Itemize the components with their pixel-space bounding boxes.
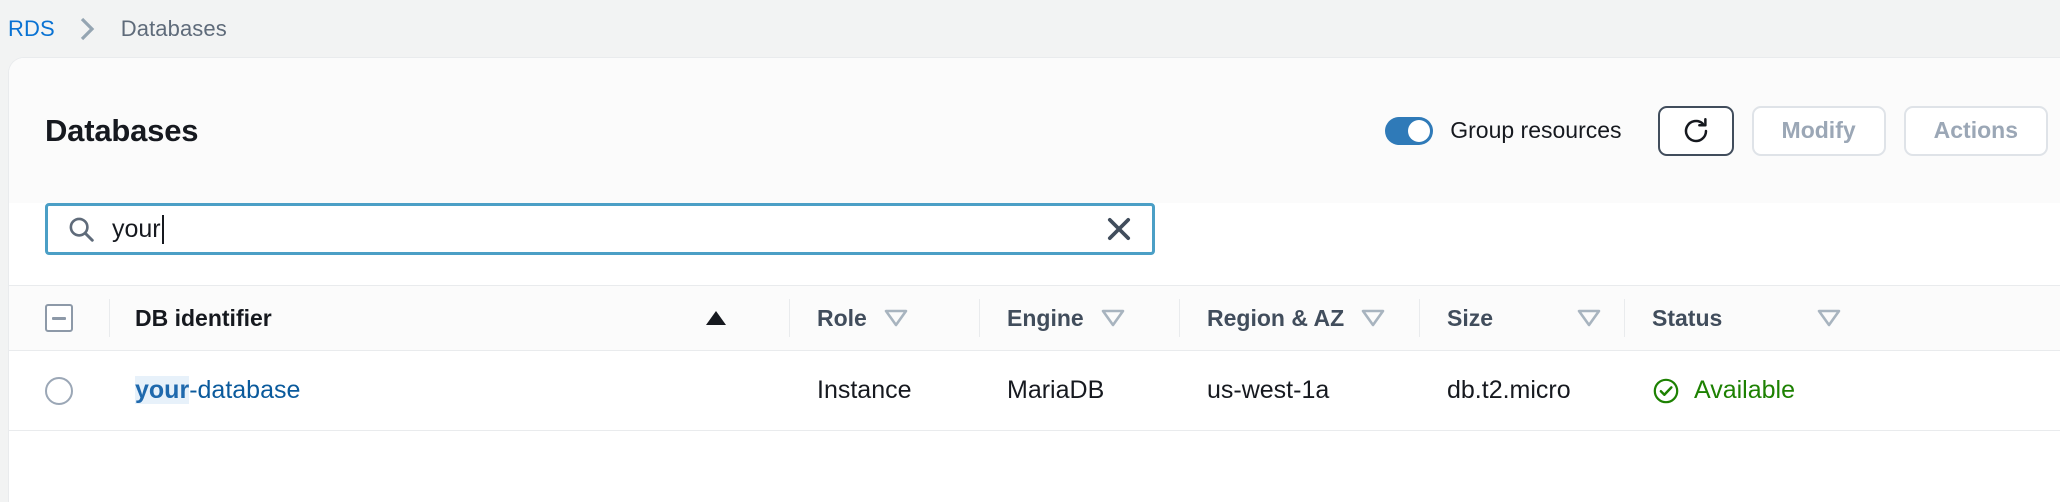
breadcrumb: RDS Databases: [0, 0, 2060, 57]
role-value: Instance: [817, 376, 912, 404]
panel-header: Databases Group resources Modify Actions: [9, 58, 2060, 203]
table-row[interactable]: your-database Instance MariaDB us-west-1…: [9, 351, 2060, 431]
column-header-label: Status: [1652, 304, 1723, 331]
sort-descending-icon: [1816, 308, 1842, 328]
column-header-label: Role: [817, 304, 867, 331]
cell-status: Available: [1624, 376, 1864, 405]
search-input[interactable]: your: [45, 203, 1155, 255]
databases-table: DB identifier Role Engine Region & AZ Si…: [9, 285, 2060, 431]
refresh-icon: [1681, 116, 1711, 146]
engine-value: MariaDB: [1007, 376, 1105, 404]
search-match-highlight: your: [135, 376, 190, 404]
column-header-db-identifier[interactable]: DB identifier: [109, 299, 789, 337]
chevron-right-icon: [77, 16, 99, 42]
column-divider: [789, 299, 790, 337]
group-resources-label: Group resources: [1450, 117, 1622, 143]
column-divider: [1179, 299, 1180, 337]
cell-role: Instance: [789, 376, 979, 405]
select-all-checkbox[interactable]: [45, 304, 73, 332]
column-header-label: Size: [1447, 304, 1494, 331]
db-identifier-rest: -database: [189, 376, 301, 404]
column-divider: [1419, 299, 1420, 337]
column-header-label: Region & AZ: [1207, 304, 1345, 331]
refresh-button[interactable]: [1657, 105, 1734, 156]
panel-header-actions: Group resources Modify Actions: [1385, 105, 2060, 156]
row-select-cell: [9, 376, 109, 405]
column-divider: [1624, 299, 1625, 337]
column-divider: [979, 299, 980, 337]
actions-button[interactable]: Actions: [1903, 105, 2048, 156]
check-circle-icon: [1652, 377, 1680, 405]
sort-descending-icon: [883, 308, 909, 328]
row-radio-button[interactable]: [45, 376, 73, 405]
sort-descending-icon: [1360, 308, 1386, 328]
region-az-value: us-west-1a: [1207, 376, 1330, 404]
toggle-track[interactable]: [1385, 116, 1434, 145]
status-value: Available: [1694, 376, 1796, 404]
cell-engine: MariaDB: [979, 376, 1179, 405]
column-header-role[interactable]: Role: [789, 299, 979, 337]
size-value: db.t2.micro: [1447, 376, 1571, 404]
column-header-label: DB identifier: [135, 304, 272, 331]
select-all-cell: [9, 304, 109, 332]
search-icon: [66, 214, 96, 244]
column-header-region-az[interactable]: Region & AZ: [1179, 299, 1419, 337]
text-caret: [161, 214, 164, 244]
column-header-status[interactable]: Status: [1624, 299, 1864, 337]
breadcrumb-current: Databases: [120, 15, 227, 41]
page-title: Databases: [45, 112, 199, 148]
column-header-label: Engine: [1007, 304, 1084, 331]
search-row: your: [9, 203, 2060, 285]
search-input-value[interactable]: your: [112, 214, 1098, 244]
cell-db-identifier: your-database: [109, 376, 789, 405]
sort-descending-icon: [1576, 308, 1602, 328]
column-header-engine[interactable]: Engine: [979, 299, 1179, 337]
modify-button[interactable]: Modify: [1751, 105, 1886, 156]
indeterminate-dash-icon: [52, 316, 66, 320]
cell-region-az: us-west-1a: [1179, 376, 1419, 405]
clear-search-button[interactable]: [1098, 208, 1140, 250]
breadcrumb-link-rds[interactable]: RDS: [8, 16, 55, 42]
column-header-size[interactable]: Size: [1419, 299, 1624, 337]
search-text: your: [112, 214, 161, 243]
sort-ascending-icon: [703, 308, 729, 328]
cell-size: db.t2.micro: [1419, 376, 1624, 405]
table-header-row: DB identifier Role Engine Region & AZ Si…: [9, 285, 2060, 351]
column-divider: [109, 299, 110, 337]
group-resources-toggle[interactable]: Group resources: [1385, 116, 1622, 145]
db-identifier-link[interactable]: your-database: [135, 376, 300, 405]
sort-descending-icon: [1100, 308, 1126, 328]
toggle-knob: [1408, 119, 1431, 142]
status-badge: Available: [1652, 376, 1795, 405]
databases-panel: Databases Group resources Modify Actions: [8, 57, 2060, 502]
